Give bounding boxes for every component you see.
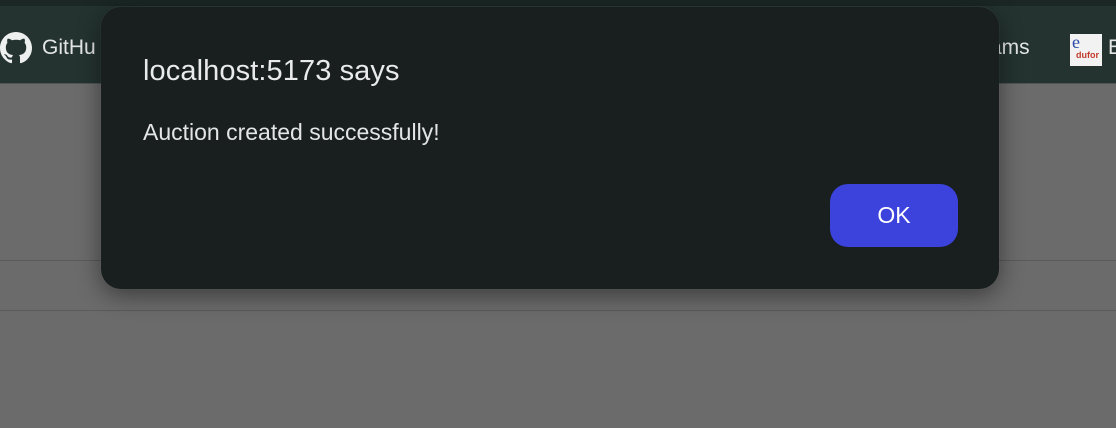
bookmark-edge-cutoff[interactable]: E: [1108, 36, 1116, 64]
edu-site-icon: e dufor: [1070, 34, 1102, 66]
bookmark-edu[interactable]: e dufor: [1070, 34, 1102, 66]
ok-button[interactable]: OK: [830, 184, 958, 247]
dialog-message: Auction created successfully!: [143, 119, 440, 145]
github-icon: [0, 32, 32, 64]
dialog-title: localhost:5173 says: [143, 55, 400, 87]
edu-logo-text: dufor: [1076, 50, 1099, 60]
bookmark-github-label: GitHu: [42, 36, 96, 59]
bookmark-edge-label: E: [1108, 36, 1116, 59]
alert-dialog: localhost:5173 says Auction created succ…: [101, 7, 999, 289]
page-divider: [0, 310, 1116, 311]
browser-screen: GitHu ams e dufor E localhost:5173 says …: [0, 0, 1116, 428]
bookmark-github[interactable]: GitHu: [0, 32, 96, 64]
